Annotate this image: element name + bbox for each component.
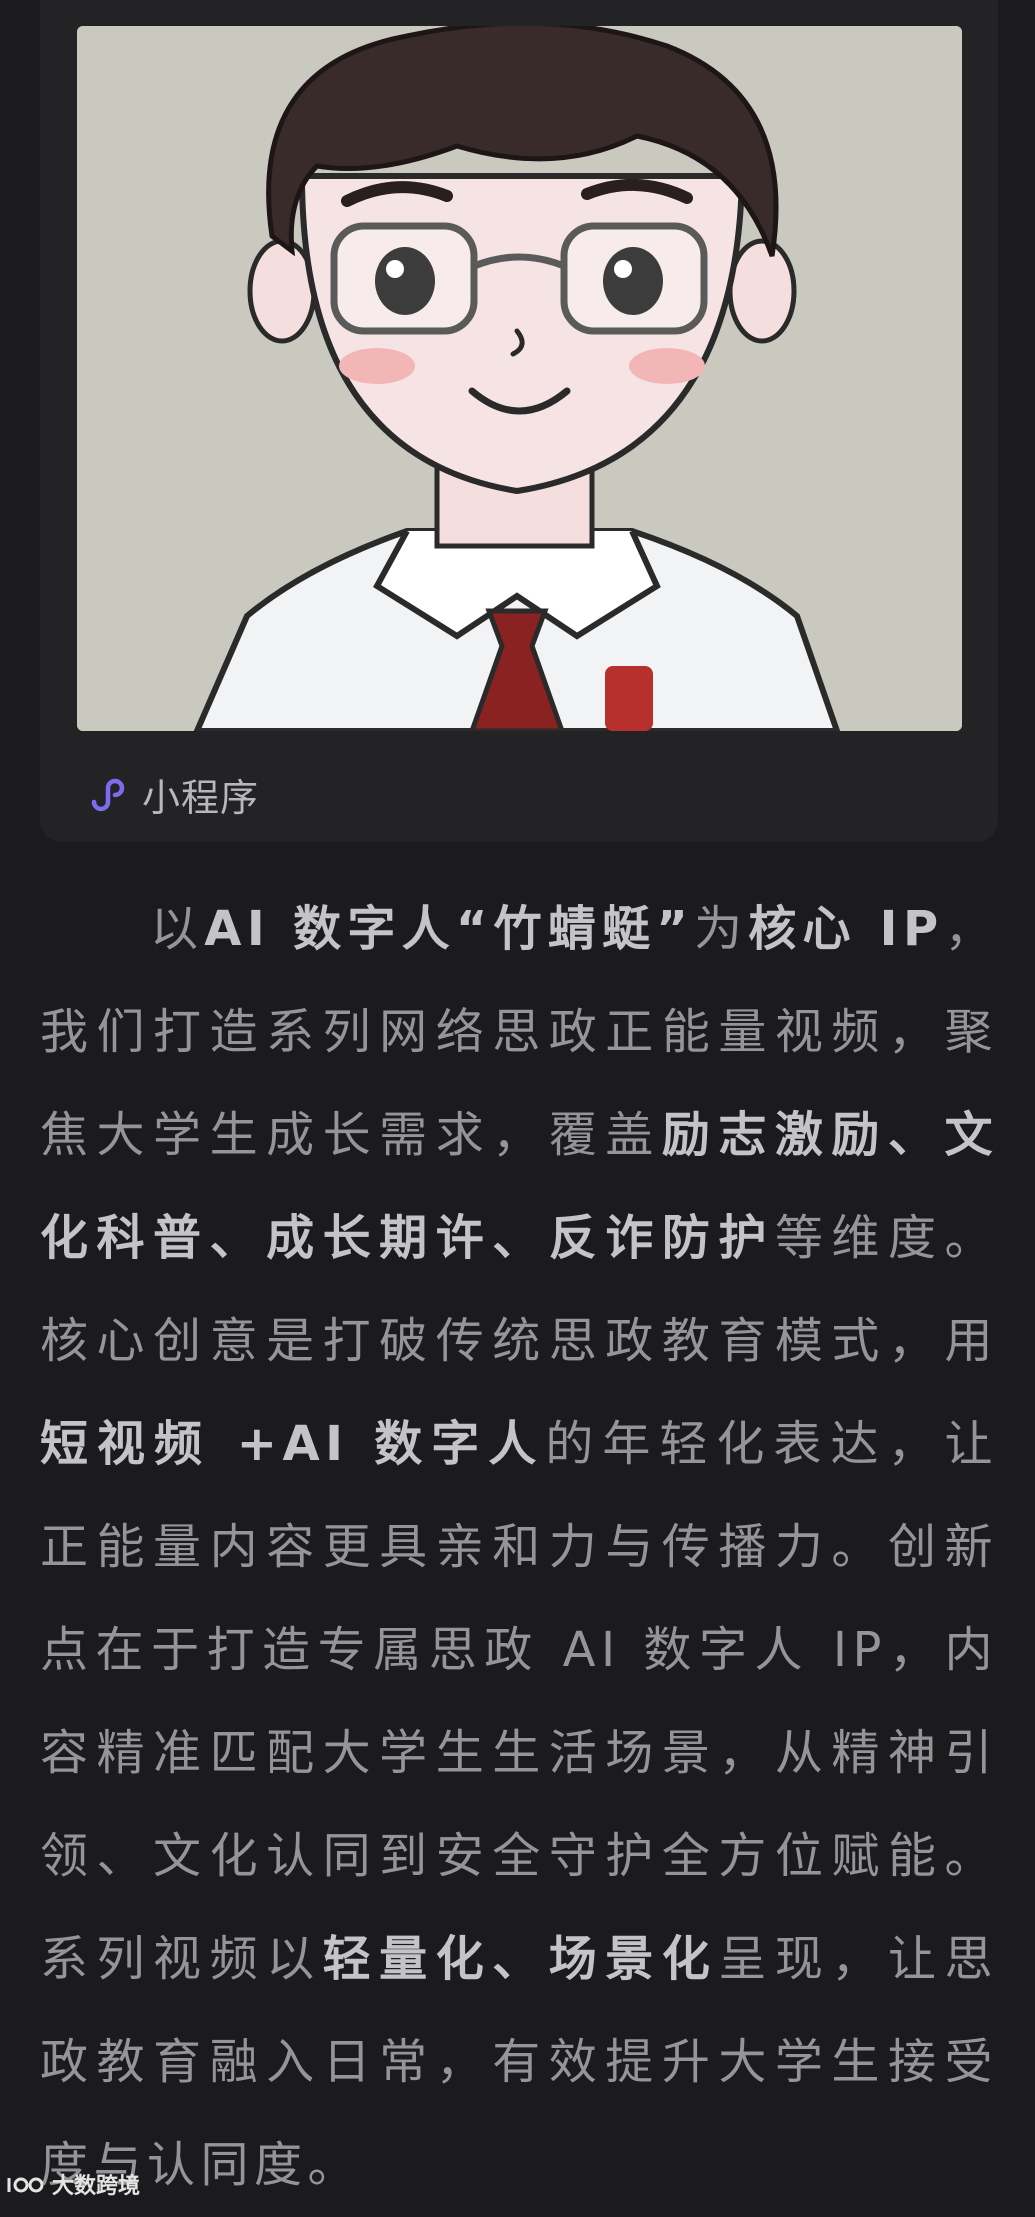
article-emphasis: AI 数字人“竹蜻蜓” xyxy=(204,901,694,957)
article-text: 以 xyxy=(150,901,205,957)
cartoon-boy-image xyxy=(77,26,962,731)
article-text: 为 xyxy=(693,901,749,957)
mascot-illustration[interactable] xyxy=(77,26,962,731)
article-emphasis: 核心 IP xyxy=(748,901,944,957)
article-emphasis: 短视频 +AI 数字人 xyxy=(40,1416,546,1472)
mini-program-link-icon xyxy=(91,778,125,812)
mini-program-card[interactable]: 小程序 xyxy=(40,0,998,842)
mini-program-footer[interactable]: 小程序 xyxy=(84,764,259,824)
watermark-text: 大数跨境 xyxy=(52,2174,141,2199)
article-emphasis: 轻量化、场景化 xyxy=(322,1931,719,1987)
bigdata-logo-icon xyxy=(7,2177,44,2193)
article-text: 的年轻化表达，让正能量内容更具亲和力与传播力。创新点在于打造专属思政 AI 数字… xyxy=(40,1416,998,1987)
article-paragraph: 以AI 数字人“竹蜻蜓”为核心 IP，我们打造系列网络思政正能量视频，聚焦大学生… xyxy=(40,878,998,2217)
mini-program-label: 小程序 xyxy=(142,775,260,820)
watermark: 大数跨境 xyxy=(6,2168,140,2200)
